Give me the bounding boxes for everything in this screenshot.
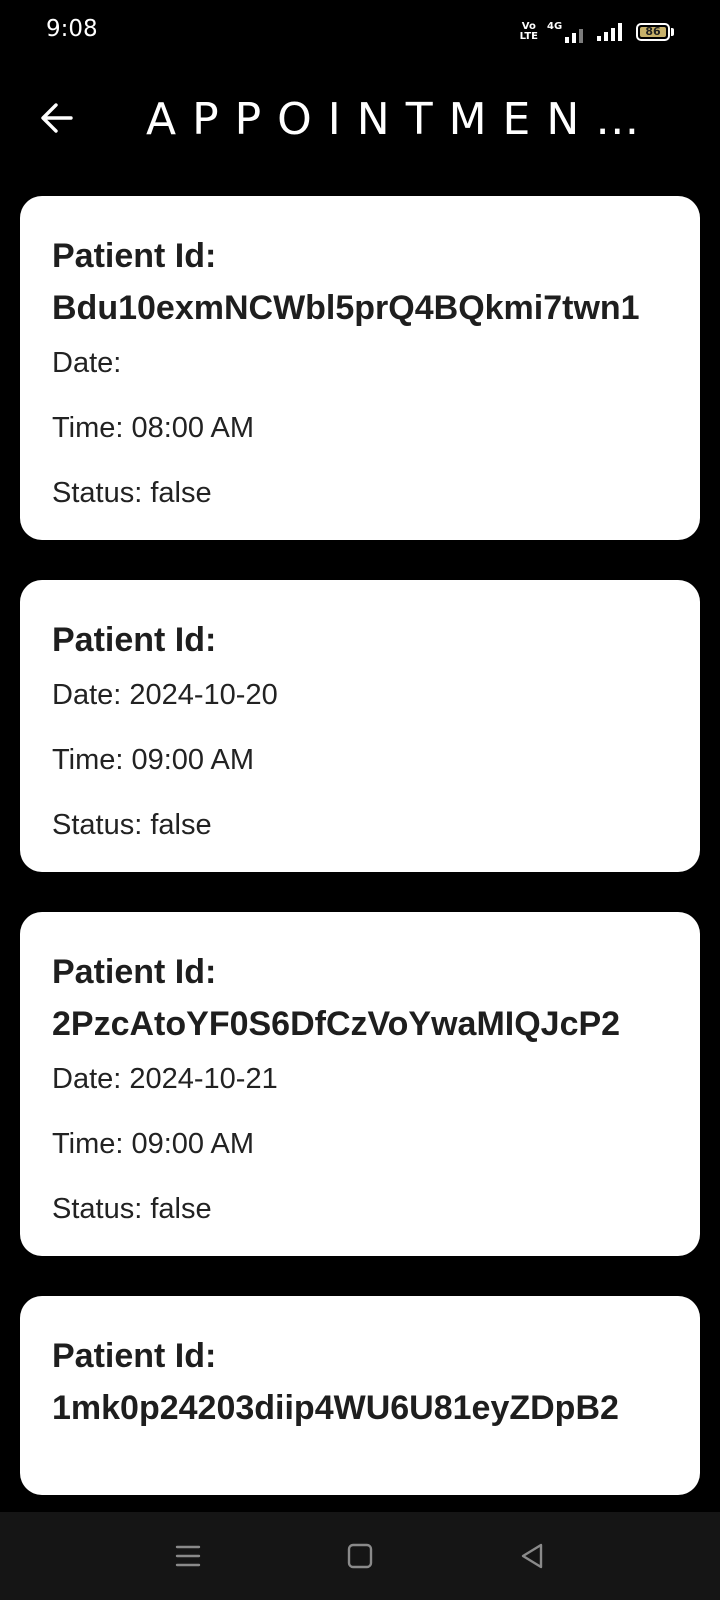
appointment-time: Time: 08:00 AM: [52, 412, 255, 444]
arrow-left-icon: [41, 103, 73, 133]
status-time: 9:08: [46, 16, 98, 42]
system-nav-bar: [0, 1512, 720, 1600]
back-button[interactable]: [28, 90, 84, 146]
appointment-time: Time: 09:00 AM: [52, 1128, 255, 1160]
patient-id-label: Patient Id:: [52, 621, 217, 659]
square-home-icon: [347, 1543, 373, 1569]
patient-id-value: Bdu10exmNCWbl5prQ4BQkmi7twn1: [52, 289, 640, 327]
appointment-status: Status: false: [52, 809, 212, 841]
system-back-button[interactable]: [510, 1534, 554, 1578]
menu-icon: [175, 1545, 201, 1567]
patient-id-label: Patient Id:: [52, 1337, 217, 1375]
patient-id-label: Patient Id:: [52, 953, 217, 991]
patient-id-block: Patient Id: 1mk0p24203diip4WU6U81eyZDpB2: [52, 1330, 668, 1434]
status-icons: Vo LTE 4G 86: [520, 19, 674, 45]
patient-id-value: 1mk0p24203diip4WU6U81eyZDpB2: [52, 1389, 619, 1427]
battery-level: 86: [645, 25, 661, 38]
battery-tip: [671, 28, 674, 36]
appointment-card[interactable]: Patient Id: Date: 2024-10-20 Time: 09:00…: [20, 580, 700, 872]
patient-id-label: Patient Id:: [52, 237, 217, 275]
patient-id-value: 2PzcAtoYF0S6DfCzVoYwaMIQJcP2: [52, 1005, 621, 1043]
patient-id-block: Patient Id: Bdu10exmNCWbl5prQ4BQkmi7twn1: [52, 230, 668, 334]
page-title: APPOINTMENTS: [146, 94, 680, 145]
volte-icon: Vo LTE: [519, 21, 538, 42]
patient-id-block: Patient Id: 2PzcAtoYF0S6DfCzVoYwaMIQJcP2: [52, 946, 668, 1050]
appointment-status: Status: false: [52, 477, 212, 509]
appointment-time: Time: 09:00 AM: [52, 744, 255, 776]
appointment-list: Patient Id: Bdu10exmNCWbl5prQ4BQkmi7twn1…: [20, 196, 700, 1535]
app-bar: APPOINTMENTS: [0, 64, 720, 176]
appointment-card[interactable]: Patient Id: Bdu10exmNCWbl5prQ4BQkmi7twn1…: [20, 196, 700, 540]
status-bar: 9:08 Vo LTE 4G 86: [0, 0, 720, 64]
appointment-card[interactable]: Patient Id: 2PzcAtoYF0S6DfCzVoYwaMIQJcP2…: [20, 912, 700, 1256]
patient-id-block: Patient Id:: [52, 614, 668, 666]
appointment-date: Date:: [52, 347, 122, 379]
appointment-card[interactable]: Patient Id: 1mk0p24203diip4WU6U81eyZDpB2: [20, 1296, 700, 1495]
battery-icon: 86: [636, 23, 670, 41]
triangle-back-icon: [521, 1543, 543, 1569]
home-button[interactable]: [338, 1534, 382, 1578]
mobile-data-icon: 4G: [547, 21, 583, 43]
appointment-status: Status: false: [52, 1193, 212, 1225]
appointment-date: Date: 2024-10-21: [52, 1063, 278, 1095]
appointment-date: Date: 2024-10-20: [52, 679, 278, 711]
signal-icon: [597, 23, 622, 41]
recents-button[interactable]: [166, 1534, 210, 1578]
